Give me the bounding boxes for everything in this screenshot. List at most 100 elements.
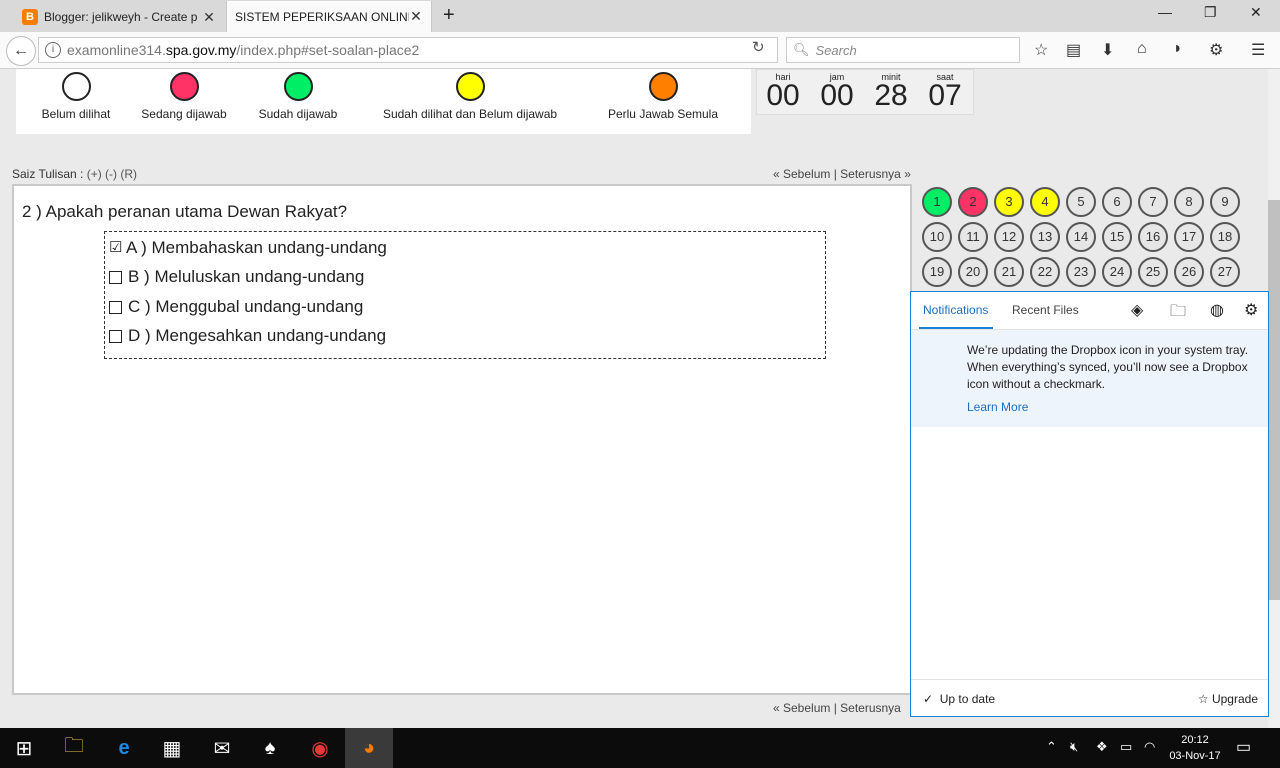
notification-message: We’re updating the Dropbox icon in your … [911,330,1268,427]
question-number-button[interactable]: 11 [958,222,988,252]
tab-recent-files[interactable]: Recent Files [1012,303,1079,317]
question-number-button[interactable]: 22 [1030,257,1060,287]
checkbox[interactable] [109,270,122,284]
checkbox[interactable]: ☑ [109,240,122,255]
answer-label: D ) Mengesahkan undang-undang [128,326,387,345]
file-explorer-icon[interactable]: 🗀 [50,728,98,768]
close-icon[interactable]: ✕ [409,8,423,25]
question-number-button[interactable]: 5 [1066,187,1096,217]
prev-next-nav-top[interactable]: « Sebelum | Seterusnya » [773,167,911,181]
back-button[interactable]: ← [6,36,36,66]
windows-start-icon[interactable]: ⊞ [0,728,48,768]
action-center-icon[interactable]: ▭ [1236,737,1251,757]
restore-icon[interactable]: ❐ [1204,4,1217,21]
folder-icon[interactable]: 🗀 [1170,300,1186,327]
answer-option-b[interactable]: B ) Meluluskan undang-undang [109,267,364,287]
tab-exam[interactable]: SISTEM PEPERIKSAAN ONLINE (S ✕ [226,1,432,32]
firefox-icon[interactable]: ◕ [345,728,393,768]
question-number-button[interactable]: 4 [1030,187,1060,217]
question-number-button[interactable]: 9 [1210,187,1240,217]
question-number-button[interactable]: 14 [1066,222,1096,252]
question-number-button[interactable]: 13 [1030,222,1060,252]
question-number-button[interactable]: 8 [1174,187,1204,217]
tab-blogger[interactable]: B Blogger: jelikweyh - Create p ✕ [14,2,224,32]
bookmark-star-icon[interactable]: ☆ [1034,40,1048,60]
question-number-button[interactable]: 2 [958,187,988,217]
timer-hours: jam 00 [820,72,854,112]
scrollbar-thumb[interactable] [1268,200,1280,600]
answer-options: ☑ A ) Membahaskan undang-undang B ) Melu… [104,231,826,359]
mail-icon[interactable]: ✉ [198,728,246,768]
learn-more-link[interactable]: Learn More [967,400,1028,414]
answer-option-a[interactable]: ☑ A ) Membahaskan undang-undang [109,238,387,258]
sync-status: ✓ Up to date [923,692,996,706]
question-number-button[interactable]: 7 [1138,187,1168,217]
question-number-button[interactable]: 24 [1102,257,1132,287]
status-legend: Belum dilihat Sedang dijawab Sudah dijaw… [16,69,751,134]
windows-taskbar: ⊞ 🗀 e ▦ ✉ ♠ ◉ ◕ ⌃ 🔇︎ ❖ ▭ ◠ 20:12 03-Nov-… [0,728,1280,768]
question-number-button[interactable]: 27 [1210,257,1240,287]
dropbox-tray-icon[interactable]: ❖ [1096,739,1108,755]
upgrade-button[interactable]: ☆ Upgrade [1198,692,1258,706]
dropbox-layers-icon[interactable]: ◈ [1131,300,1143,320]
home-icon[interactable]: ⌂ [1137,40,1147,58]
legend-label: Belum dilihat [41,107,111,121]
font-size-options[interactable]: (+) (-) (R) [87,167,137,181]
chevron-up-icon[interactable]: ⌃ [1046,739,1057,755]
chrome-icon[interactable]: ◉ [296,728,344,768]
question-box: 2 ) Apakah peranan utama Dewan Rakyat? ☑… [12,184,912,695]
question-number-button[interactable]: 17 [1174,222,1204,252]
solitaire-icon[interactable]: ♠ [246,728,294,768]
legend-circle [61,72,91,101]
legend-circle [648,72,678,101]
new-tab-icon[interactable]: + [443,4,455,27]
url-bar[interactable]: i examonline314. spa.gov.my/index.php#set… [38,37,778,63]
wifi-icon[interactable]: ◠ [1144,739,1155,755]
globe-icon[interactable]: ◍ [1210,300,1224,320]
star-icon: ☆ [1197,692,1209,706]
info-icon[interactable]: i [45,42,61,58]
menu-icon[interactable]: ☰ [1251,40,1265,60]
extension-icon[interactable]: ⚙ [1209,40,1223,60]
prev-next-nav-bottom[interactable]: « Sebelum | Seterusnya [773,701,901,715]
pocket-icon[interactable]: ◗ [1173,40,1183,58]
question-number-button[interactable]: 1 [922,187,952,217]
question-number-button[interactable]: 16 [1138,222,1168,252]
reload-icon[interactable]: ↻ [752,38,765,56]
question-number-button[interactable]: 26 [1174,257,1204,287]
checkbox[interactable] [109,300,122,314]
answer-label: A ) Membahaskan undang-undang [126,238,387,257]
edge-icon[interactable]: e [100,728,148,768]
answer-option-c[interactable]: C ) Menggubal undang-undang [109,297,363,317]
answer-option-d[interactable]: D ) Mengesahkan undang-undang [109,326,386,346]
close-icon[interactable]: ✕ [202,9,216,26]
legend-label: Sudah dilihat dan Belum dijawab [382,107,558,121]
answer-label: C ) Menggubal undang-undang [128,297,364,316]
question-number-button[interactable]: 23 [1066,257,1096,287]
question-number-button[interactable]: 21 [994,257,1024,287]
question-number-button[interactable]: 18 [1210,222,1240,252]
question-number-button[interactable]: 19 [922,257,952,287]
question-number-button[interactable]: 15 [1102,222,1132,252]
download-icon[interactable]: ⬇ [1101,40,1114,60]
system-clock[interactable]: 20:12 03-Nov-17 [1166,732,1224,764]
question-number-button[interactable]: 3 [994,187,1024,217]
reading-list-icon[interactable]: ▤ [1066,40,1081,60]
question-number-button[interactable]: 12 [994,222,1024,252]
question-number-button[interactable]: 6 [1102,187,1132,217]
question-number-button[interactable]: 10 [922,222,952,252]
close-window-icon[interactable]: ✕ [1250,4,1262,21]
checkbox[interactable] [109,329,122,343]
search-input[interactable]: 🔍︎ Search [786,37,1020,63]
question-number-button[interactable]: 20 [958,257,988,287]
dropbox-panel: Notifications Recent Files ◈ 🗀 ◍ ⚙ We’re… [910,291,1269,717]
tab-notifications[interactable]: Notifications [923,303,988,317]
battery-icon[interactable]: ▭ [1120,739,1132,755]
gear-icon[interactable]: ⚙ [1244,300,1258,320]
minimize-icon[interactable]: — [1158,4,1172,20]
font-size-controls: Saiz Tulisan : (+) (-) (R) [12,167,137,181]
question-number-button[interactable]: 25 [1138,257,1168,287]
timer-minutes: minit 28 [874,72,908,112]
store-icon[interactable]: ▦ [148,728,196,768]
volume-muted-icon[interactable]: 🔇︎ [1070,739,1078,755]
